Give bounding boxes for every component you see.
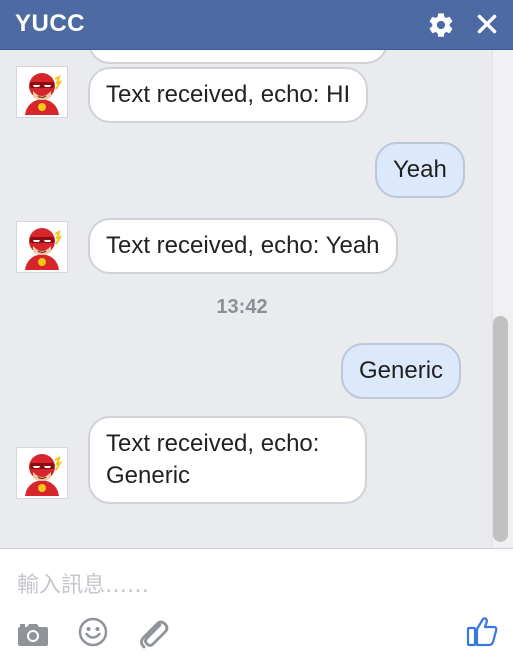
chat-header: YUCC (0, 0, 513, 50)
message-bubble-incoming: Text received, echo: HI (88, 67, 369, 123)
message-composer (0, 548, 513, 669)
chat-title: YUCC (15, 10, 86, 37)
thumbs-up-icon[interactable] (466, 615, 498, 647)
message-list[interactable]: Text received, echo: HI Yeah Text receiv… (0, 50, 513, 547)
camera-icon[interactable] (17, 621, 49, 647)
timestamp-divider: 13:42 (216, 296, 268, 318)
superhero-avatar-icon (25, 454, 63, 496)
message-bubble-incoming: Text received, echo: Generic (88, 416, 367, 504)
message-text: Yeah (393, 156, 447, 183)
avatar (16, 221, 68, 273)
avatar (16, 66, 68, 118)
scrollbar-thumb[interactable] (493, 316, 508, 542)
list-item-partial (88, 50, 388, 64)
superhero-avatar-icon (25, 73, 63, 115)
message-bubble-outgoing: Yeah (375, 142, 465, 198)
emoji-icon[interactable] (78, 617, 108, 647)
message-text: Text received, echo: HI (106, 81, 351, 108)
close-icon[interactable] (474, 10, 500, 38)
avatar (16, 447, 68, 499)
superhero-avatar-icon (25, 228, 63, 270)
message-bubble-incoming: Text received, echo: Yeah (88, 218, 398, 274)
message-text: Text received, echo: Yeah (106, 232, 380, 259)
message-text-line: Text received, echo: (106, 430, 320, 457)
message-text: Generic (359, 357, 444, 384)
paperclip-icon[interactable] (136, 617, 170, 649)
message-text-line: Generic (106, 462, 191, 489)
message-input[interactable] (15, 567, 499, 603)
message-bubble-outgoing: Generic (341, 343, 462, 399)
gear-icon[interactable] (427, 11, 455, 39)
